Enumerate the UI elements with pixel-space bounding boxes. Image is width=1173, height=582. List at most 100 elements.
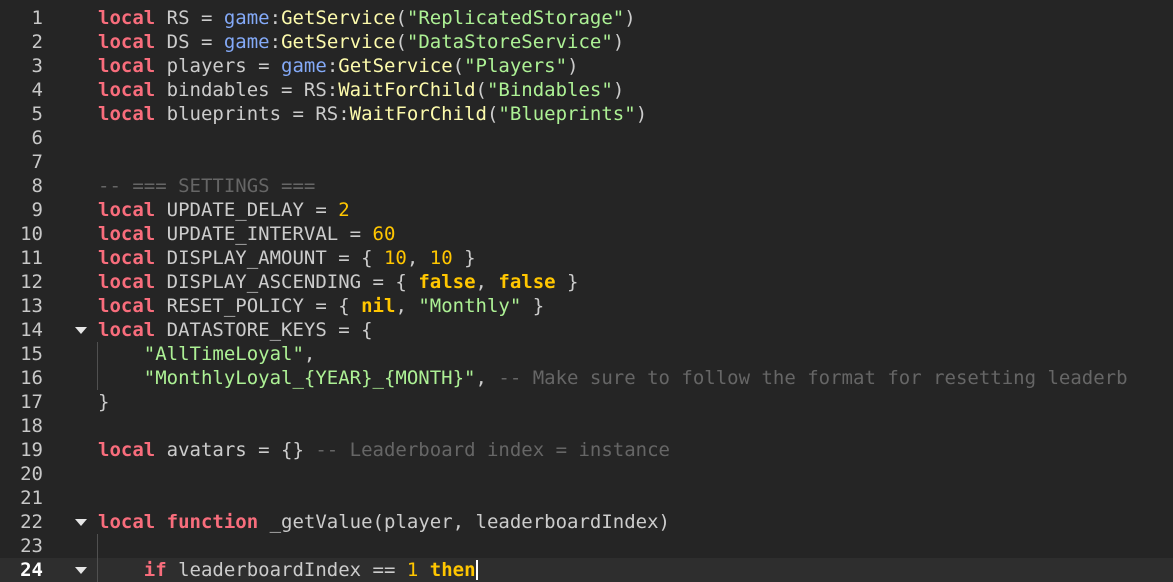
code-token: GetService bbox=[281, 31, 396, 53]
line-number: 14 bbox=[20, 319, 43, 341]
line-number: 20 bbox=[20, 463, 43, 485]
code-token: local bbox=[98, 439, 156, 461]
code-token: RS = bbox=[155, 7, 224, 29]
code-token: 1 bbox=[406, 559, 419, 581]
code-line[interactable]: 4 local bindables = RS:WaitForChild("Bind… bbox=[0, 78, 1173, 102]
code-token: -- Leaderboard index = instance bbox=[315, 439, 670, 461]
code-line[interactable]: 2 local DS = game:GetService("DataStoreSe… bbox=[0, 30, 1173, 54]
code-token: "ReplicatedStorage" bbox=[406, 7, 625, 29]
code-line[interactable]: 16 "MonthlyLoyal_{YEAR}_{MONTH}", -- Mak… bbox=[0, 366, 1173, 390]
code-token: , bbox=[406, 247, 430, 269]
line-number: 16 bbox=[20, 367, 43, 389]
code-token: ) bbox=[624, 7, 636, 29]
code-line[interactable]: 19 local avatars = {} -- Leaderboard inde… bbox=[0, 438, 1173, 462]
code-token: } bbox=[521, 295, 545, 317]
code-token: ( bbox=[486, 103, 499, 125]
line-number: 19 bbox=[20, 439, 43, 461]
code-line[interactable]: 11 local DISPLAY_AMOUNT = { 10, 10 } bbox=[0, 246, 1173, 270]
code-token: 10 bbox=[383, 247, 407, 269]
indent-guide bbox=[97, 534, 98, 582]
code-line[interactable]: 13 local RESET_POLICY = { nil, "Monthly" … bbox=[0, 294, 1173, 318]
code-token: ) bbox=[567, 55, 579, 77]
code-text: } bbox=[98, 390, 109, 414]
code-token: ) bbox=[612, 31, 625, 53]
code-token: : bbox=[326, 55, 339, 77]
code-text: local blueprints = RS:WaitForChild("Blue… bbox=[98, 102, 647, 126]
code-line[interactable]: 23 bbox=[0, 534, 1173, 558]
code-line[interactable]: 8 -- === SETTINGS === bbox=[0, 174, 1173, 198]
line-number: 13 bbox=[20, 295, 43, 317]
line-number: 3 bbox=[31, 55, 43, 77]
code-line[interactable]: 12 local DISPLAY_ASCENDING = { false, fal… bbox=[0, 270, 1173, 294]
code-token: WaitForChild bbox=[338, 79, 476, 101]
code-token: 60 bbox=[372, 223, 396, 245]
code-token: local bbox=[98, 55, 156, 77]
code-token: ( bbox=[395, 7, 407, 29]
code-token: "AllTimeLoyal" bbox=[143, 343, 304, 365]
code-token: _getValue(player, leaderboardIndex) bbox=[258, 511, 670, 533]
line-number: 7 bbox=[31, 151, 43, 173]
code-token: local bbox=[98, 271, 156, 293]
code-text: local RESET_POLICY = { nil, "Monthly" } bbox=[98, 294, 544, 318]
code-token: game bbox=[223, 31, 270, 53]
line-number: 24 bbox=[20, 559, 43, 581]
code-token: ) bbox=[635, 103, 648, 125]
code-line[interactable]: 3 local players = game:GetService("Player… bbox=[0, 54, 1173, 78]
code-line[interactable]: 6 bbox=[0, 126, 1173, 150]
line-number: 22 bbox=[20, 511, 43, 533]
code-token: } bbox=[555, 271, 579, 293]
fold-arrow-icon[interactable] bbox=[74, 510, 87, 534]
line-number: 9 bbox=[31, 199, 43, 221]
code-token: 2 bbox=[338, 199, 350, 221]
code-line[interactable]: 21 bbox=[0, 486, 1173, 510]
code-token: players = bbox=[155, 55, 282, 77]
code-line[interactable]: 24 if leaderboardIndex == 1 then bbox=[0, 558, 1173, 582]
code-token: if bbox=[143, 559, 167, 581]
code-token: "MonthlyLoyal_{YEAR}_{MONTH}" bbox=[143, 367, 476, 389]
code-token: UPDATE_DELAY = bbox=[155, 199, 339, 221]
code-line[interactable]: 17} bbox=[0, 390, 1173, 414]
code-line[interactable]: 15 "AllTimeLoyal", bbox=[0, 342, 1173, 366]
line-number: 11 bbox=[20, 247, 43, 269]
code-token: nil bbox=[361, 295, 396, 317]
code-token: , bbox=[475, 367, 499, 389]
code-text: local avatars = {} -- Leaderboard index … bbox=[98, 438, 670, 462]
code-token: : bbox=[269, 31, 282, 53]
code-line[interactable]: 1 local RS = game:GetService("ReplicatedS… bbox=[0, 6, 1173, 30]
code-line[interactable]: 14 local DATASTORE_KEYS = { bbox=[0, 318, 1173, 342]
code-token: UPDATE_INTERVAL = bbox=[155, 223, 373, 245]
code-text: "MonthlyLoyal_{YEAR}_{MONTH}", -- Make s… bbox=[98, 366, 1128, 390]
fold-arrow-icon[interactable] bbox=[74, 558, 87, 582]
code-token: ( bbox=[452, 55, 465, 77]
code-line[interactable]: 5 local blueprints = RS:WaitForChild("Blu… bbox=[0, 102, 1173, 126]
code-token: function bbox=[166, 511, 259, 533]
code-token: DATASTORE_KEYS = { bbox=[155, 319, 373, 341]
code-line[interactable]: 10 local UPDATE_INTERVAL = 60 bbox=[0, 222, 1173, 246]
line-number: 17 bbox=[20, 391, 43, 413]
code-token: "Bindables" bbox=[486, 79, 613, 101]
line-number: 10 bbox=[20, 223, 43, 245]
code-text: -- === SETTINGS === bbox=[98, 174, 315, 198]
code-token: , bbox=[395, 295, 419, 317]
code-text: local UPDATE_INTERVAL = 60 bbox=[98, 222, 395, 246]
code-token: 10 bbox=[429, 247, 453, 269]
code-token: local bbox=[98, 199, 156, 221]
code-line[interactable]: 18 bbox=[0, 414, 1173, 438]
code-line[interactable]: 7 bbox=[0, 150, 1173, 174]
code-token: GetService bbox=[281, 7, 396, 29]
code-token: , bbox=[475, 271, 499, 293]
code-token: local bbox=[98, 295, 156, 317]
code-token: false bbox=[418, 271, 476, 293]
code-token: } bbox=[98, 391, 110, 413]
code-token: , bbox=[303, 343, 316, 365]
code-line[interactable]: 20 bbox=[0, 462, 1173, 486]
code-line[interactable]: 9 local UPDATE_DELAY = 2 bbox=[0, 198, 1173, 222]
fold-arrow-icon[interactable] bbox=[74, 318, 87, 342]
code-line[interactable]: 22 local function _getValue(player, leade… bbox=[0, 510, 1173, 534]
code-token: local bbox=[98, 103, 156, 125]
line-number: 21 bbox=[20, 487, 43, 509]
code-token: local bbox=[98, 7, 156, 29]
code-token: bindables = RS: bbox=[155, 79, 339, 101]
code-editor[interactable]: 1 local RS = game:GetService("ReplicatedS… bbox=[0, 0, 1173, 582]
code-token: -- === SETTINGS === bbox=[98, 175, 316, 197]
